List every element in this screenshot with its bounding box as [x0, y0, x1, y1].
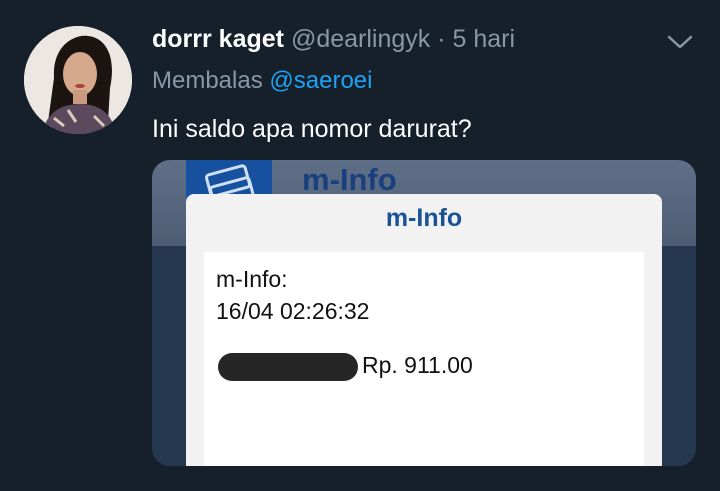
- reply-prefix: Membalas: [152, 67, 263, 94]
- avatar[interactable]: [24, 26, 132, 134]
- message-timestamp: 16/04 02:26:32: [216, 298, 370, 324]
- tweet[interactable]: dorrr kaget @dearlingyk · 5 hari Membala…: [0, 0, 720, 491]
- tweet-header: dorrr kaget @dearlingyk · 5 hari: [152, 24, 515, 54]
- tweet-text: Ini saldo apa nomor darurat?: [152, 115, 472, 143]
- attached-image[interactable]: m-Info m-Info m-Info: 16/04 02:26:32 Rp.…: [152, 160, 696, 466]
- username-handle[interactable]: @dearlingyk: [291, 25, 430, 53]
- redacted-block: [218, 353, 358, 381]
- separator: ·: [437, 25, 446, 53]
- info-dialog: m-Info m-Info: 16/04 02:26:32 Rp. 911.00: [186, 194, 662, 466]
- balance-amount: Rp. 911.00: [362, 352, 473, 378]
- dialog-title: m-Info: [385, 204, 463, 232]
- reply-mention-link[interactable]: @saeroei: [269, 67, 372, 94]
- background-app-title: m-Info: [302, 162, 397, 197]
- reply-context: Membalas @saeroei: [152, 66, 372, 96]
- message-line-1: m-Info:: [216, 266, 288, 292]
- display-name[interactable]: dorrr kaget: [152, 25, 284, 53]
- chevron-down-icon[interactable]: [666, 32, 694, 52]
- dialog-message: m-Info: 16/04 02:26:32 Rp. 911.00: [204, 252, 644, 466]
- avatar-photo: [24, 26, 132, 134]
- timestamp[interactable]: 5 hari: [453, 25, 516, 53]
